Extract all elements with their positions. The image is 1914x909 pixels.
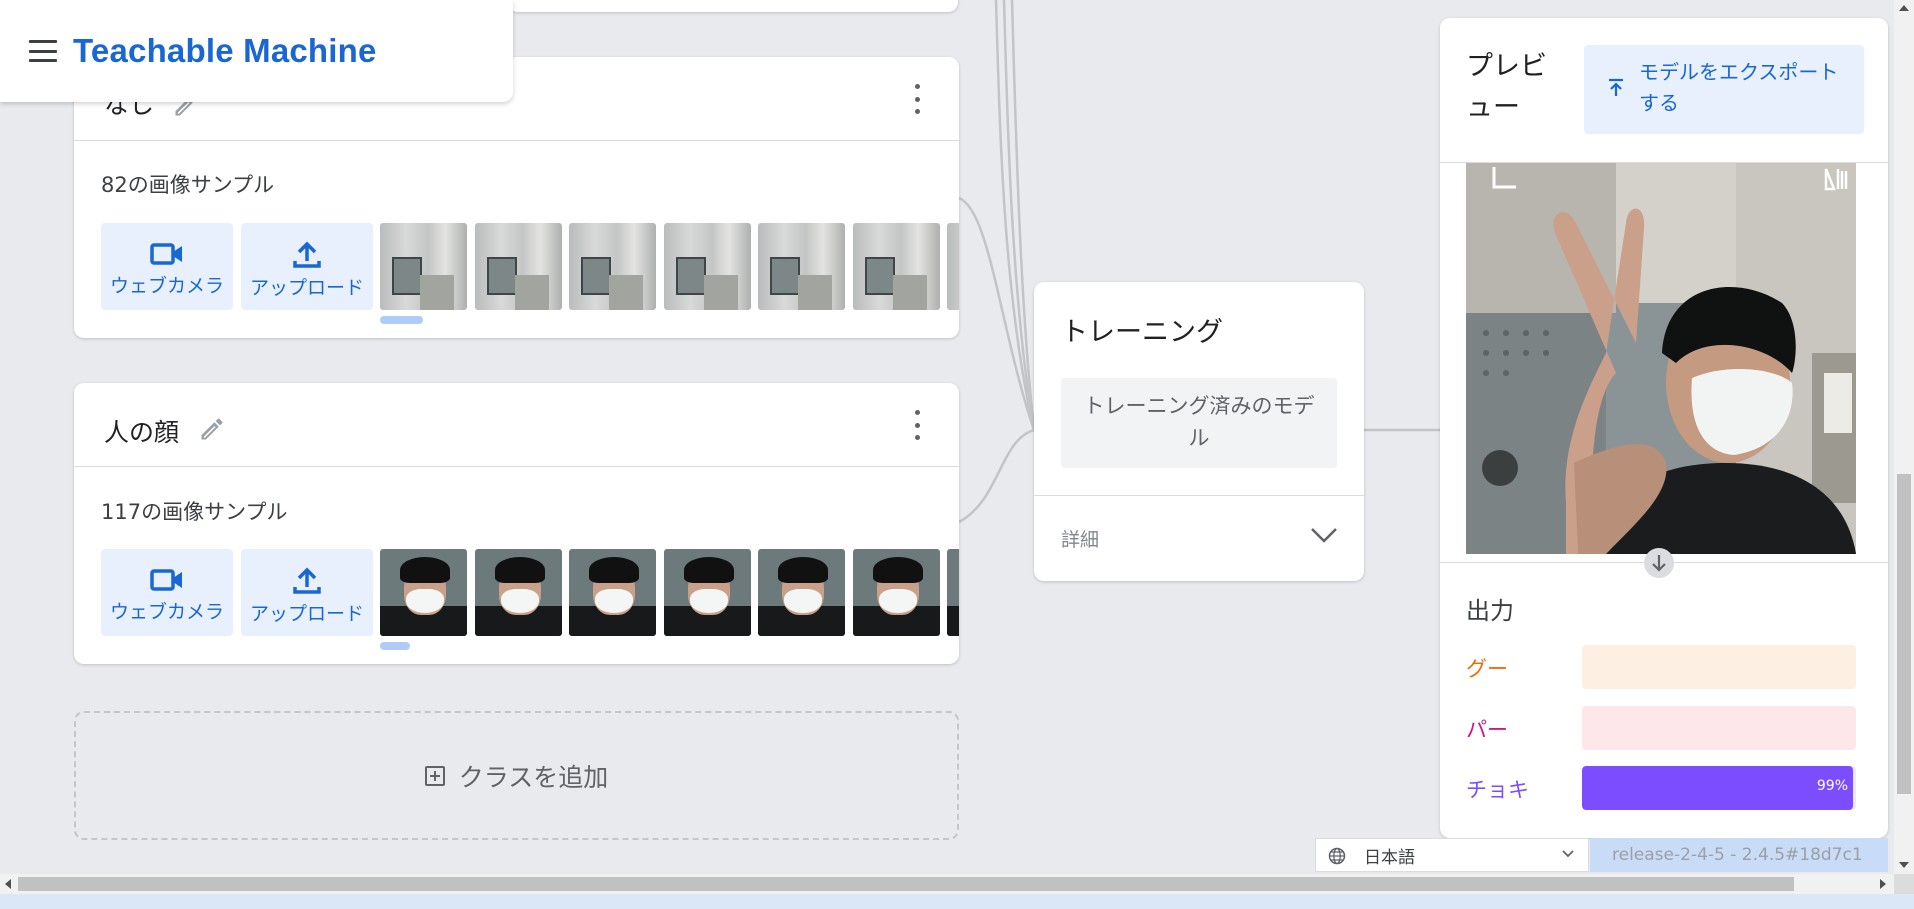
training-title: トレーニング <box>1061 317 1223 348</box>
upload-button[interactable]: アップロード <box>241 549 373 636</box>
thumbnail-scroll-indicator[interactable] <box>380 642 410 650</box>
chevron-down-icon[interactable] <box>1310 526 1338 544</box>
class-card-header: 人の顔 <box>74 383 959 467</box>
pencil-icon[interactable] <box>198 415 226 443</box>
vertical-scrollbar[interactable] <box>1894 0 1914 874</box>
confidence-bar <box>1582 706 1856 750</box>
bottom-strip <box>0 894 1914 909</box>
advanced-details-label[interactable]: 詳細 <box>1061 525 1099 552</box>
sample-thumbnails[interactable] <box>380 223 959 310</box>
scroll-right-icon[interactable] <box>1880 879 1886 889</box>
sample-thumbnail[interactable] <box>380 549 467 636</box>
sample-thumbnail[interactable] <box>758 549 845 636</box>
add-class-label: クラスを追加 <box>458 762 609 792</box>
webcam-icon <box>150 243 182 265</box>
preview-title: プレビュー <box>1466 51 1547 123</box>
training-card: トレーニング トレーニング済みのモデル 詳細 <box>1034 282 1364 581</box>
output-row: グー <box>1466 645 1856 689</box>
export-model-button[interactable]: モデルをエクスポートする <box>1584 45 1864 134</box>
chevron-down-icon <box>1562 850 1574 858</box>
sample-thumbnails[interactable] <box>380 549 959 636</box>
output-row: パー <box>1466 706 1856 750</box>
webcam-icon <box>150 569 182 591</box>
webcam-button[interactable]: ウェブカメラ <box>101 549 233 636</box>
webcam-label: ウェブカメラ <box>109 275 224 297</box>
crop-icon[interactable] <box>1488 167 1518 193</box>
sample-thumbnail[interactable] <box>947 223 959 310</box>
sample-count: 82の画像サンプル <box>101 173 275 197</box>
add-box-icon <box>424 765 445 786</box>
webcam-feed <box>1466 163 1856 554</box>
scroll-down-icon[interactable] <box>1899 862 1909 868</box>
upload-icon <box>293 241 321 268</box>
upload-button[interactable]: アップロード <box>241 223 373 310</box>
output-label: グー <box>1466 657 1508 681</box>
upload-label: アップロード <box>249 603 364 625</box>
scrollbar-corner <box>1894 874 1914 894</box>
globe-icon <box>1328 847 1346 865</box>
webcam-button[interactable]: ウェブカメラ <box>101 223 233 310</box>
sample-thumbnail[interactable] <box>474 223 562 310</box>
horizontal-scroll-thumb[interactable] <box>18 877 1794 891</box>
confidence-fill <box>1582 766 1854 810</box>
scroll-up-icon[interactable] <box>1899 5 1909 11</box>
export-label: モデルをエクスポートする <box>1639 60 1839 115</box>
class-options-icon[interactable] <box>913 410 921 440</box>
webcam-image <box>1466 163 1856 554</box>
confidence-bar: 99% <box>1582 766 1856 810</box>
class-options-icon[interactable] <box>913 84 921 114</box>
flip-camera-icon[interactable] <box>1822 167 1848 193</box>
train-model-button[interactable]: トレーニング済みのモデル <box>1061 378 1337 468</box>
sample-thumbnail[interactable] <box>947 549 959 636</box>
sample-thumbnail[interactable] <box>852 549 940 636</box>
language-value: 日本語 <box>1364 847 1415 868</box>
app-title[interactable]: Teachable Machine <box>73 32 377 70</box>
add-class-button[interactable]: クラスを追加 <box>74 711 959 840</box>
upload-icon <box>293 567 321 594</box>
output-label: パー <box>1466 718 1508 742</box>
sample-thumbnail[interactable] <box>569 223 656 310</box>
sample-thumbnail[interactable] <box>474 549 562 636</box>
scroll-left-icon[interactable] <box>5 879 11 889</box>
output-title: 出力 <box>1466 597 1514 625</box>
sample-thumbnail[interactable] <box>663 549 751 636</box>
export-icon <box>1609 78 1623 96</box>
preview-panel: プレビュー モデルをエクスポートする 出力 グーパーチョキ 99% <box>1440 18 1888 838</box>
horizontal-scrollbar[interactable] <box>0 874 1894 894</box>
output-label: チョキ <box>1466 778 1529 802</box>
thumbnail-scroll-indicator[interactable] <box>380 316 423 324</box>
sample-count: 117の画像サンプル <box>101 500 288 524</box>
language-select[interactable]: 日本語 <box>1315 838 1589 872</box>
sample-thumbnail[interactable] <box>758 223 845 310</box>
menu-icon[interactable] <box>29 40 57 62</box>
preview-header: プレビュー モデルをエクスポートする <box>1440 18 1888 163</box>
previous-class-card-edge <box>508 0 958 12</box>
app-header: Teachable Machine <box>0 0 513 102</box>
sample-thumbnail[interactable] <box>663 223 751 310</box>
sample-thumbnail[interactable] <box>569 549 656 636</box>
release-version: release-2-4-5 - 2.4.5#18d7c1 <box>1590 838 1888 872</box>
vertical-scroll-thumb[interactable] <box>1897 474 1911 794</box>
arrow-down-icon <box>1644 548 1674 578</box>
class-card-face: 人の顔 117の画像サンプル ウェブカメラ アップロード <box>74 383 959 664</box>
divider <box>1034 495 1364 496</box>
confidence-bar <box>1582 645 1856 689</box>
sample-thumbnail[interactable] <box>852 223 940 310</box>
class-name[interactable]: 人の顔 <box>104 413 179 449</box>
confidence-percent: 99% <box>1816 778 1848 794</box>
output-row: チョキ 99% <box>1466 766 1856 810</box>
upload-label: アップロード <box>249 277 364 299</box>
webcam-label: ウェブカメラ <box>109 601 224 623</box>
sample-thumbnail[interactable] <box>380 223 467 310</box>
